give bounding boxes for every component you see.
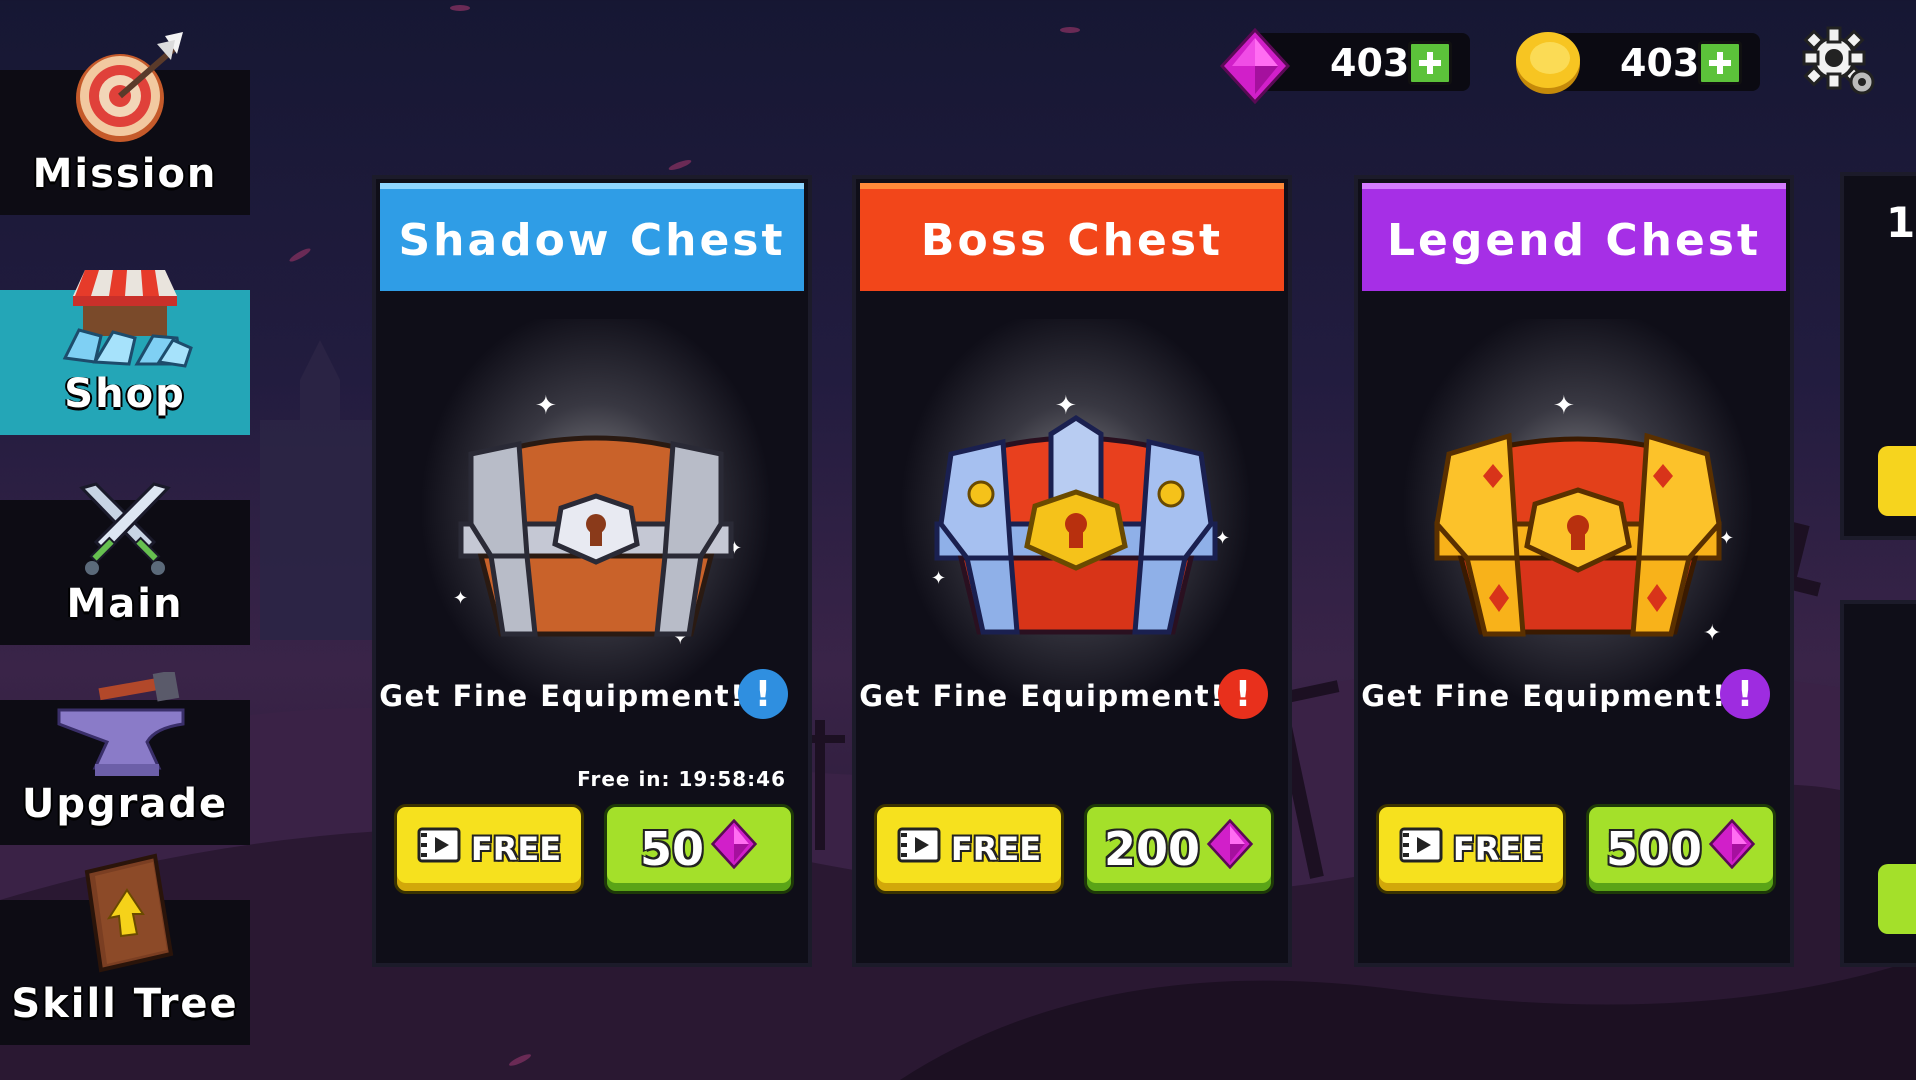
offscreen-card-label: 1 [1886,198,1916,247]
sidebar-item-main[interactable]: Main [0,482,250,645]
add-coins-button[interactable] [1698,41,1742,85]
crossed-swords-icon [70,480,180,595]
plus-icon [1709,52,1731,74]
chest-title: Shadow Chest [380,183,804,291]
offscreen-button [1878,446,1916,516]
price-label: 200 [1103,822,1201,876]
gold-coin-icon [1512,28,1584,102]
gear-icon[interactable] [1800,26,1880,104]
target-arrow-icon [65,30,185,160]
buy-with-gems-button[interactable]: 50 [604,804,794,894]
video-icon [897,827,941,871]
video-icon [417,827,461,871]
svg-text:✦: ✦ [1055,391,1077,421]
shop-stall-icon [55,266,195,386]
gold-chest-icon: ✦ ✦ ✦ [1413,384,1743,658]
offscreen-button [1878,864,1916,934]
svg-text:✦: ✦ [535,391,557,421]
sidebar-item-upgrade[interactable]: Upgrade [0,670,250,845]
info-alert-icon[interactable]: ! [1720,669,1770,719]
chest-title: Boss Chest [860,183,1284,291]
legend-chest-card: Legend Chest ✦ ✦ ✦ Get Fine Equipment! ! [1354,175,1794,967]
sidebar-item-skill-tree[interactable]: Skill Tree [0,853,250,1045]
sidebar-item-mission[interactable]: Mission [0,32,250,215]
chest-title: Legend Chest [1362,183,1786,291]
info-alert-icon[interactable]: ! [738,669,788,719]
watch-ad-free-button[interactable]: FREE [874,804,1064,894]
pink-gem-icon [1708,818,1756,880]
free-label: FREE [950,830,1042,868]
sidebar-item-shop[interactable]: Shop [0,270,250,435]
offscreen-card-bottom[interactable] [1840,600,1916,967]
watch-ad-free-button[interactable]: FREE [394,804,584,894]
svg-text:✦: ✦ [1703,621,1721,646]
add-gems-button[interactable] [1408,41,1452,85]
info-alert-icon[interactable]: ! [1218,669,1268,719]
price-label: 50 [639,822,704,876]
free-label: FREE [470,830,562,868]
video-icon [1399,827,1443,871]
blue-red-chest-icon: ✦ ✦ ✦ [911,384,1241,658]
pink-gem-icon [710,818,758,880]
anvil-hammer-icon [55,670,195,792]
price-label: 500 [1605,822,1703,876]
boss-chest-card: Boss Chest ✦ ✦ ✦ Get Fine Equipment! ! F… [852,175,1292,967]
skill-book-icon [75,850,175,990]
silver-chest-icon: ✦ ✦ ✦ ✦ [431,384,761,658]
svg-text:✦: ✦ [1553,391,1575,421]
free-label: FREE [1452,830,1544,868]
watch-ad-free-button[interactable]: FREE [1376,804,1566,894]
pink-gem-icon [1206,818,1254,880]
plus-icon [1419,52,1441,74]
buy-with-gems-button[interactable]: 500 [1586,804,1776,894]
buy-with-gems-button[interactable]: 200 [1084,804,1274,894]
svg-text:✦: ✦ [931,568,946,589]
free-timer: Free in: 19:58:46 [577,767,786,791]
offscreen-card-top[interactable]: 1 [1840,172,1916,540]
shadow-chest-card: Shadow Chest ✦ ✦ ✦ ✦ Get Fine Equipment!… [372,175,812,967]
svg-text:✦: ✦ [453,588,468,609]
pink-gem-icon [1218,27,1292,108]
